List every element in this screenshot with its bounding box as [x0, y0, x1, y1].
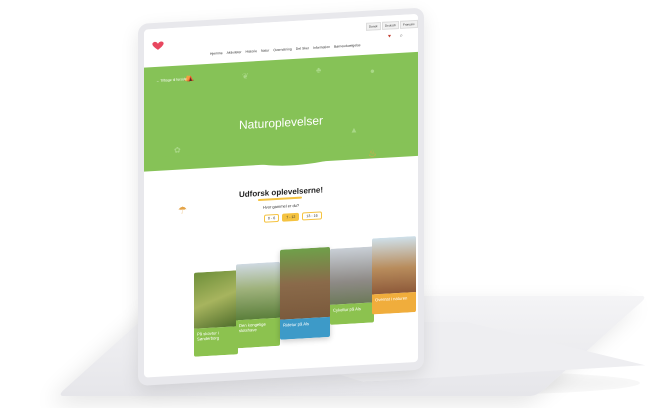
card-image: [330, 246, 374, 305]
card-skovtur[interactable]: På skovtur i Sønderborg: [194, 270, 238, 357]
card-ridetur[interactable]: Ridetur på Als: [280, 246, 330, 340]
card-slotshave[interactable]: Den kongelige slotshave: [236, 261, 280, 349]
nav-item-natur[interactable]: Natur: [261, 48, 269, 52]
experience-cards: På skovtur i Sønderborg Den kongelige sl…: [194, 232, 418, 357]
tree-icon: ♣: [316, 65, 322, 75]
search-icon[interactable]: ⌕: [400, 33, 403, 39]
nav-item-overnatning[interactable]: Overnatning: [273, 47, 291, 52]
card-cykeltur[interactable]: Cykeltur på Als: [330, 246, 374, 325]
card-label: Cykeltur på Als: [330, 302, 374, 325]
card-image: [236, 261, 280, 321]
card-overnat[interactable]: Overnat i naturen: [372, 235, 416, 315]
age-option-7-12[interactable]: 7 - 12: [282, 212, 300, 222]
card-label: Overnat i naturen: [372, 291, 416, 315]
language-francais[interactable]: Français: [400, 19, 418, 29]
card-image: [194, 270, 238, 329]
card-label: På skovtur i Sønderborg: [194, 326, 238, 357]
nav-item-det-sker[interactable]: Det Sker: [296, 46, 309, 51]
main-nav: Hjemme Aktiviteter Historie Natur Overna…: [210, 43, 361, 56]
card-image: [280, 246, 330, 320]
nav-item-hjemme[interactable]: Hjemme: [210, 51, 223, 56]
age-option-0-6[interactable]: 0 - 6: [264, 213, 280, 223]
age-option-13-16[interactable]: 13 - 16: [302, 211, 322, 221]
language-dansk[interactable]: Dansk: [366, 22, 381, 31]
boot-icon: ▲: [350, 125, 358, 135]
site-logo-icon[interactable]: [150, 40, 166, 51]
card-image: [372, 235, 416, 295]
laptop-screen: Dansk Deutsch Français ♥ ⌕ Hjemme Aktivi…: [144, 13, 418, 378]
card-label: Den kongelige slotshave: [236, 317, 280, 349]
acorn-icon: ●: [370, 66, 375, 76]
nav-item-historie[interactable]: Historie: [246, 49, 258, 54]
nav-item-aktiviteter[interactable]: Aktiviteter: [227, 50, 242, 55]
lantern-icon: ♨: [368, 148, 377, 160]
leaf-icon: ❦: [242, 71, 249, 82]
laptop-mockup: Dansk Deutsch Français ♥ ⌕ Hjemme Aktivi…: [0, 0, 658, 408]
age-selector: 0 - 6 7 - 12 13 - 16: [264, 211, 322, 223]
card-label: Ridetur på Als: [280, 316, 330, 340]
nav-item-information[interactable]: Information: [313, 45, 330, 50]
language-deutsch[interactable]: Deutsch: [382, 20, 400, 30]
heart-icon[interactable]: ♥: [388, 33, 391, 39]
flower-icon: ✿: [174, 145, 181, 155]
laptop-lid: Dansk Deutsch Français ♥ ⌕ Hjemme Aktivi…: [138, 7, 424, 387]
nav-item-boerneudvaelgelse[interactable]: Børneudvælgelse: [334, 43, 361, 49]
